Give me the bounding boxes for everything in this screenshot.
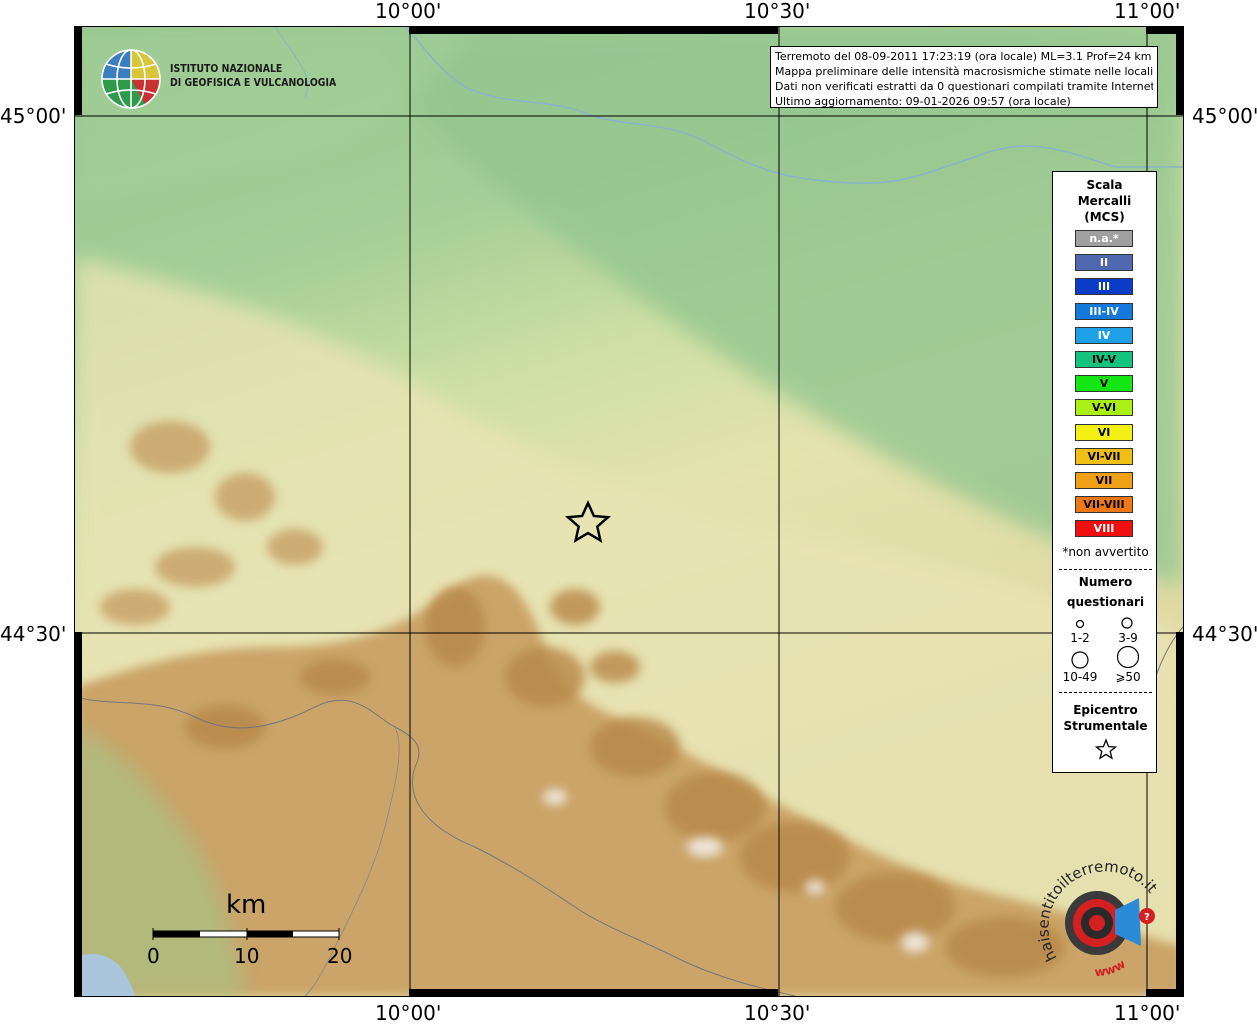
map-frame[interactable]: [74, 26, 1184, 997]
svg-text:?: ?: [1144, 912, 1150, 923]
target-icon: ? haisentitoilterremoto.it www: [1034, 857, 1161, 980]
epi-title-1: Epicentro: [1073, 703, 1138, 717]
mcs-scale-item: IV: [1075, 326, 1133, 344]
right-frame-bar-top: [1176, 26, 1184, 115]
coord-right-45-00: 45°00': [1192, 104, 1257, 128]
coord-top-10-00: 10°00': [375, 0, 442, 23]
bottom-frame-bar: [409, 989, 778, 997]
count-label-3-9: 3-9: [1118, 631, 1138, 645]
logo-text: ISTITUTO NAZIONALE DI GEOFISICA E VULCAN…: [170, 62, 336, 90]
info-line-4: Ultimo aggiornamento: 09-01-2026 09:57 (…: [775, 95, 1071, 108]
scale-tick-10: 10: [234, 944, 260, 968]
coord-bottom-10-30: 10°30': [744, 1001, 811, 1025]
globe-icon: [101, 49, 161, 109]
left-frame-bar-bottom: [74, 632, 82, 997]
legend-title-3: (MCS): [1084, 210, 1125, 224]
coord-top-11-00: 11°00': [1114, 0, 1181, 23]
count-title-2: questionari: [1066, 595, 1145, 609]
terrain-map: [75, 27, 1183, 996]
scale-tick-20: 20: [327, 944, 353, 968]
legend-note: *non avvertito: [1062, 545, 1149, 559]
mcs-scale-item: V: [1075, 375, 1133, 393]
mcs-scale-item: II: [1075, 254, 1133, 272]
ingv-logo: ISTITUTO NAZIONALE DI GEOFISICA E VULCAN…: [100, 48, 336, 110]
left-frame-bar-top: [74, 26, 82, 115]
event-info-box: Terremoto del 08-09-2011 17:23:19 (ora l…: [770, 46, 1158, 108]
count-title-1: Numero: [1078, 575, 1133, 589]
coord-left-45-00: 45°00': [0, 104, 67, 128]
info-line-3: Dati non verificati estratti da 0 questi…: [775, 80, 1153, 93]
coord-bottom-11-00: 11°00': [1114, 1001, 1181, 1025]
haisentito-logo: ? haisentitoilterremoto.it www: [1034, 857, 1165, 988]
legend-title-1: Scala: [1086, 178, 1123, 192]
info-line-1: Terremoto del 08-09-2011 17:23:19 (ora l…: [775, 50, 1152, 63]
mcs-scale-item: VIII: [1075, 520, 1133, 538]
mcs-scale-item: III: [1075, 278, 1133, 296]
legend-separator: [1059, 569, 1152, 570]
epi-title-2: Strumentale: [1063, 719, 1148, 733]
epicenter-legend-star-icon: [1094, 738, 1118, 760]
mcs-scale-item: VI: [1075, 423, 1133, 441]
scale-bar: km 0 10 20: [140, 890, 370, 980]
mcs-scale-item: IV-V: [1075, 351, 1133, 368]
count-label-10-49: 10-49: [1062, 670, 1098, 684]
logo-line-1: ISTITUTO NAZIONALE: [170, 62, 283, 75]
svg-text:www: www: [1094, 957, 1128, 980]
info-line-2: Mappa preliminare delle intensità macros…: [775, 65, 1153, 78]
hsn-url: www: [1094, 957, 1128, 980]
mcs-scale-item: VI-VII: [1075, 447, 1133, 465]
mcs-legend: Scala Mercalli (MCS) *non avvertito Nume…: [1052, 171, 1157, 773]
mcs-scale-item: V-VI: [1075, 399, 1133, 417]
legend-separator-2: [1059, 692, 1152, 693]
mcs-scale-item: VII: [1075, 472, 1133, 489]
coord-right-44-30: 44°30': [1192, 622, 1257, 646]
mcs-scale-item: VII-VIII: [1075, 496, 1133, 514]
count-label-1-2: 1-2: [1070, 631, 1090, 645]
coord-bottom-10-00: 10°00': [375, 1001, 442, 1025]
mcs-scale-item: n.a.*: [1075, 230, 1133, 247]
coord-left-44-30: 44°30': [0, 622, 67, 646]
coord-top-10-30: 10°30': [744, 0, 811, 23]
legend-title-2: Mercalli: [1077, 194, 1132, 208]
logo-line-2: DI GEOFISICA E VULCANOLOGIA: [170, 76, 337, 89]
top-frame-bar: [409, 26, 778, 34]
scale-unit: km: [226, 890, 267, 920]
scale-tick-0: 0: [147, 944, 160, 968]
mcs-scale-item: III-IV: [1075, 302, 1133, 320]
right-frame-bar-bottom: [1176, 632, 1184, 997]
count-label-50: ⩾50: [1115, 670, 1141, 684]
